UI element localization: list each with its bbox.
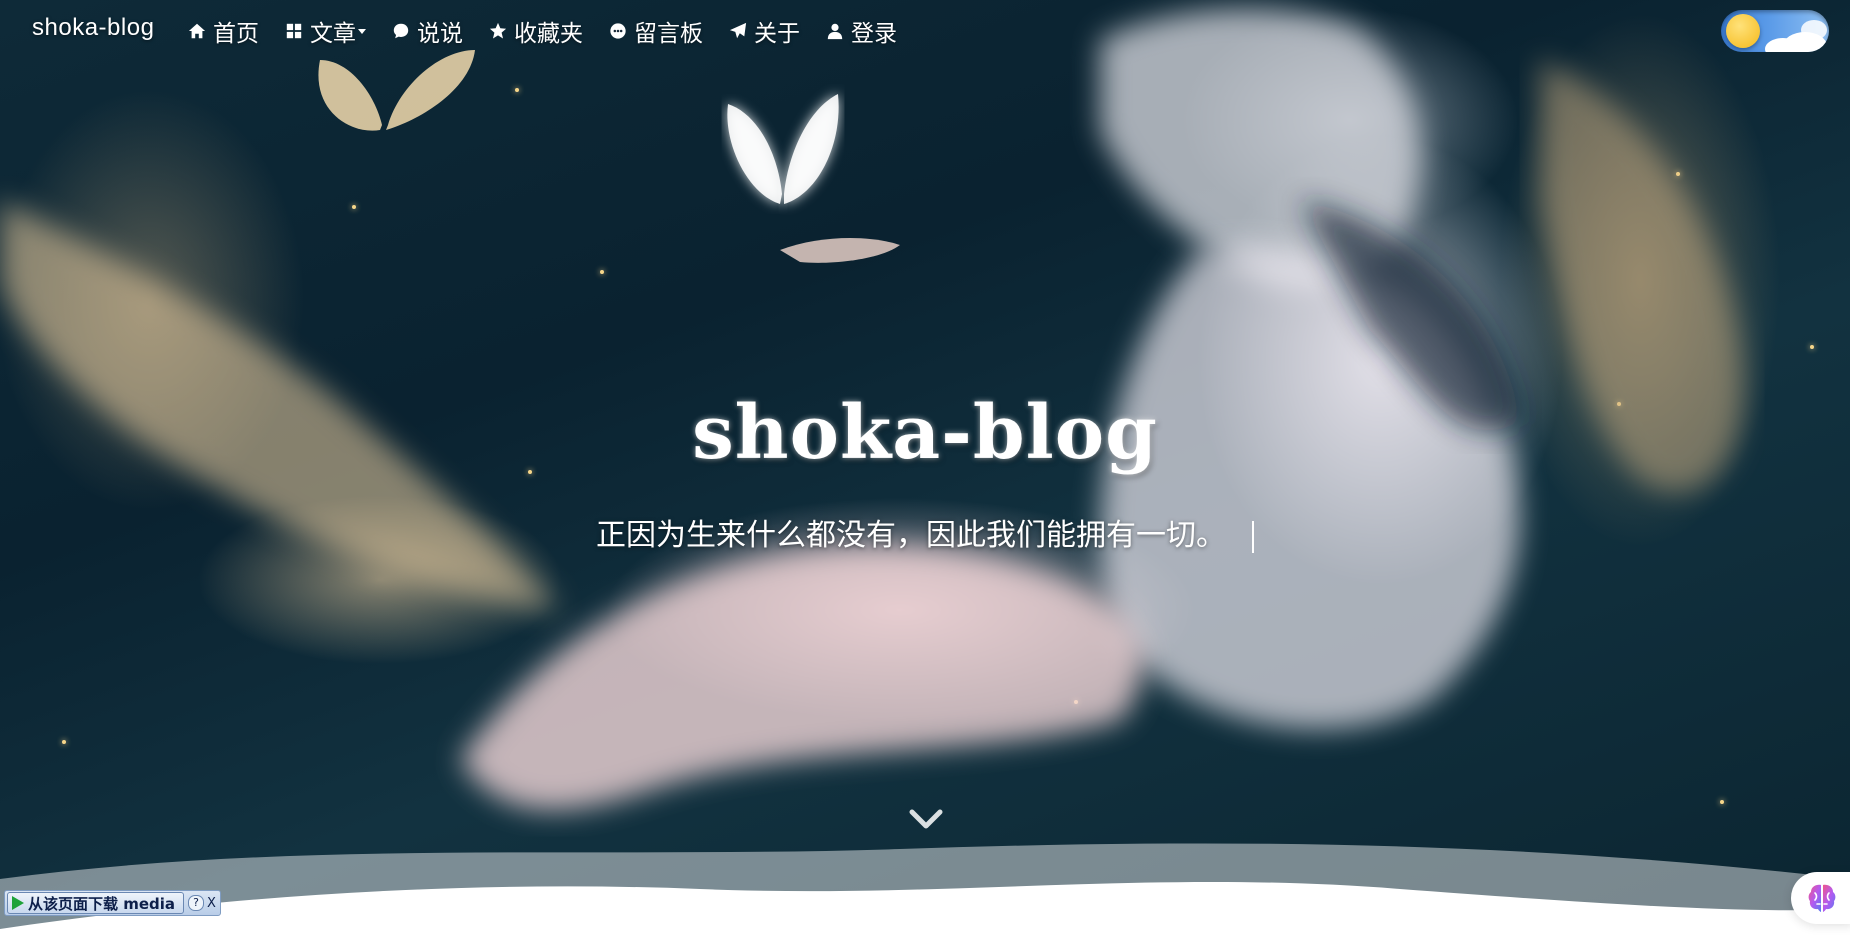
send-icon bbox=[729, 22, 747, 39]
help-button[interactable]: ? bbox=[188, 895, 205, 911]
nav-item-articles[interactable]: 文章 bbox=[285, 14, 366, 48]
theme-toggle[interactable] bbox=[1721, 10, 1829, 52]
brain-icon bbox=[1808, 884, 1836, 912]
nav-item-about[interactable]: 关于 bbox=[729, 14, 800, 48]
nav-item-talk[interactable]: 说说 bbox=[392, 14, 463, 48]
nav-item-label: 说说 bbox=[417, 20, 463, 46]
nav-item-label: 文章 bbox=[310, 20, 356, 46]
top-navbar: shoka-blog 首页 文章 说说 收藏夹 留言板 关于 登录 bbox=[0, 0, 1850, 62]
nav-item-label: 留言板 bbox=[634, 20, 703, 46]
chevron-down-icon bbox=[909, 809, 943, 829]
grid-icon bbox=[286, 23, 302, 39]
sun-icon bbox=[1726, 14, 1760, 48]
nav-item-label: 登录 bbox=[851, 20, 897, 46]
scroll-down-button[interactable] bbox=[906, 804, 946, 834]
cloud-decoration bbox=[1801, 20, 1827, 40]
assistant-button[interactable] bbox=[1791, 872, 1850, 924]
message-icon bbox=[610, 23, 626, 39]
typing-cursor bbox=[1252, 521, 1254, 554]
play-icon bbox=[12, 896, 24, 910]
hero-subtitle: 正因为生来什么都没有，因此我们能拥有一切。 bbox=[0, 510, 1850, 554]
download-media-label: 从该页面下载 media bbox=[28, 894, 176, 913]
nav-item-label: 收藏夹 bbox=[514, 20, 583, 46]
media-download-bar: 从该页面下载 media ? X bbox=[4, 890, 221, 916]
nav-item-label: 首页 bbox=[213, 20, 259, 46]
user-icon bbox=[827, 23, 843, 40]
chat-icon bbox=[393, 23, 409, 39]
nav-item-login[interactable]: 登录 bbox=[826, 14, 897, 48]
hero-title: shoka-blog bbox=[692, 390, 1158, 476]
home-icon bbox=[188, 23, 206, 39]
download-media-button[interactable]: 从该页面下载 media bbox=[7, 892, 185, 914]
nav-item-home[interactable]: 首页 bbox=[188, 14, 259, 48]
nav-item-guestbook[interactable]: 留言板 bbox=[609, 14, 703, 48]
chevron-down-icon bbox=[358, 28, 366, 34]
site-brand[interactable]: shoka-blog bbox=[32, 14, 154, 42]
close-button[interactable]: X bbox=[207, 896, 216, 911]
bottom-wave bbox=[0, 843, 1850, 939]
nav-item-label: 关于 bbox=[754, 20, 800, 46]
star-icon bbox=[489, 22, 507, 39]
nav-item-favorites[interactable]: 收藏夹 bbox=[489, 14, 583, 48]
nav-menu: 首页 文章 说说 收藏夹 留言板 关于 登录 bbox=[188, 14, 923, 48]
hero-subtitle-text: 正因为生来什么都没有，因此我们能拥有一切。 bbox=[596, 519, 1226, 552]
